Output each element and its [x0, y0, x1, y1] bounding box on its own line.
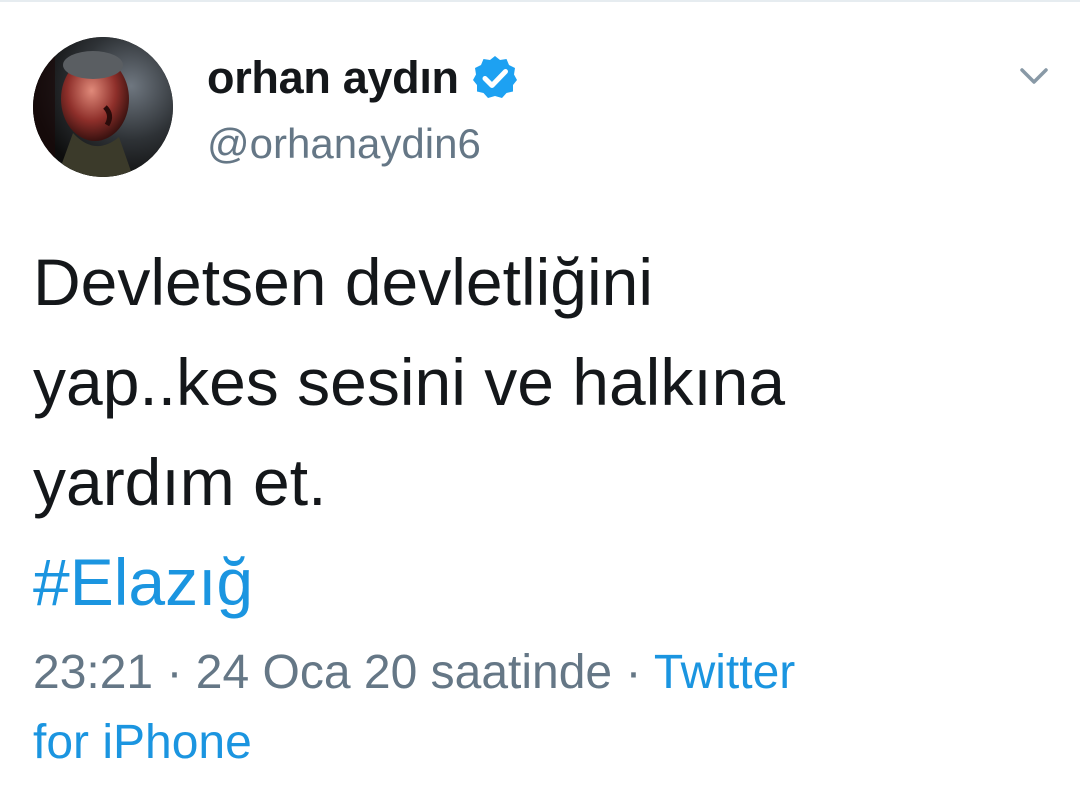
meta-separator: ·	[166, 646, 183, 699]
source-link-part1[interactable]: Twitter	[654, 646, 795, 699]
avatar-photo-icon	[33, 37, 173, 177]
user-handle[interactable]: @orhanaydin6	[207, 120, 519, 168]
hashtag-link[interactable]: #Elazığ	[33, 532, 1043, 632]
verified-badge-icon	[471, 54, 519, 102]
meta-line-1: 23:21 · 24 Oca 20 saatinde · Twitter	[33, 638, 1043, 708]
tweet-text-line: yardım et.	[33, 445, 327, 519]
source-link-part2[interactable]: for iPhone	[33, 708, 1043, 778]
display-name[interactable]: orhan aydın	[207, 52, 459, 104]
meta-separator: ·	[625, 646, 642, 699]
chevron-down-icon[interactable]	[1014, 62, 1054, 90]
tweet-text-line: yap..kes sesini ve halkına	[33, 345, 786, 419]
tweet-meta: 23:21 · 24 Oca 20 saatinde · Twitter for…	[33, 638, 1043, 778]
display-name-row: orhan aydın	[207, 50, 519, 106]
tweet-date: 24 Oca 20 saatinde	[195, 646, 613, 699]
tweet-header: orhan aydın @orhanaydin6	[207, 50, 519, 168]
tweet-card: orhan aydın @orhanaydin6 Devletsen devle…	[0, 0, 1080, 792]
tweet-text: Devletsen devletliğini yap..kes sesini v…	[33, 232, 1043, 632]
tweet-time: 23:21	[33, 646, 154, 699]
avatar[interactable]	[33, 37, 173, 177]
tweet-text-line: Devletsen devletliğini	[33, 245, 654, 319]
